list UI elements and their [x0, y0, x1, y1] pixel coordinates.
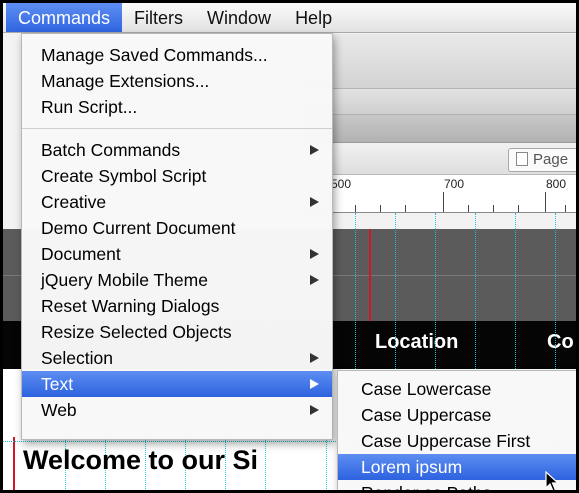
menu-item-label: Reset Warning Dialogs	[41, 296, 220, 316]
ruler-tick	[565, 205, 566, 212]
menu-item-creative[interactable]: Creative	[22, 189, 332, 215]
menu-item-label: Case Uppercase First	[361, 431, 531, 451]
submenu-arrow-icon	[310, 379, 319, 389]
submenu-item-case-uppercase[interactable]: Case Uppercase	[338, 402, 576, 428]
menu-item-document[interactable]: Document	[22, 241, 332, 267]
red-guide	[369, 229, 371, 321]
menu-item-label: Creative	[41, 192, 107, 212]
ruler-tick	[545, 192, 546, 212]
red-guide-left	[13, 437, 15, 490]
menu-item-demo-current-document[interactable]: Demo Current Document	[22, 215, 332, 241]
menu-item-resize-selected-objects[interactable]: Resize Selected Objects	[22, 319, 332, 345]
commands-menu: Manage Saved Commands... Manage Extensio…	[21, 33, 333, 440]
menu-item-text[interactable]: Text	[22, 371, 332, 397]
welcome-heading: Welcome to our Si	[23, 445, 259, 475]
menu-item-label: Text	[41, 374, 74, 394]
menu-commands[interactable]: Commands	[6, 3, 123, 32]
menu-bar: Commands Filters Window Help	[3, 3, 576, 33]
menu-item-label: Document	[41, 244, 121, 264]
app-toolbar-row	[303, 89, 576, 115]
menu-separator	[22, 128, 332, 129]
menu-filters[interactable]: Filters	[122, 3, 195, 32]
ruler-tick	[518, 205, 519, 212]
menu-item-label: Case Uppercase	[361, 405, 492, 425]
ruler-tick	[443, 192, 444, 212]
menu-item-create-symbol-script[interactable]: Create Symbol Script	[22, 163, 332, 189]
ruler-tick	[380, 205, 381, 212]
submenu-arrow-icon	[310, 145, 319, 155]
ruler-tick	[405, 205, 406, 212]
menu-item-label: jQuery Mobile Theme	[41, 270, 208, 290]
column-header-location: Location	[375, 331, 459, 353]
menu-item-run-script[interactable]: Run Script...	[22, 94, 332, 120]
submenu-arrow-icon	[310, 275, 319, 285]
menu-item-label: Case Lowercase	[361, 379, 492, 399]
mouse-cursor-icon	[545, 471, 560, 490]
column-header-co: Co	[547, 331, 574, 353]
menu-item-label: Batch Commands	[41, 140, 181, 160]
menu-item-label: Run Script...	[41, 97, 138, 117]
ruler-number: 700	[444, 177, 465, 191]
ruler-number: 500	[331, 177, 352, 191]
submenu-item-case-lowercase[interactable]: Case Lowercase	[338, 376, 576, 402]
submenu-arrow-icon	[310, 405, 319, 415]
menu-item-label: Demo Current Document	[41, 218, 236, 238]
submenu-item-case-uppercase-first[interactable]: Case Uppercase First	[338, 428, 576, 454]
ruler-tick	[355, 205, 356, 212]
menu-item-web[interactable]: Web	[22, 397, 332, 423]
page-icon	[516, 152, 528, 166]
submenu-item-render-as-paths[interactable]: Render as Paths	[338, 480, 576, 493]
submenu-arrow-icon	[310, 249, 319, 259]
menu-item-selection[interactable]: Selection	[22, 345, 332, 371]
menu-help[interactable]: Help	[283, 3, 344, 32]
submenu-item-lorem-ipsum[interactable]: Lorem ipsum	[338, 454, 576, 480]
menu-item-jquery-mobile-theme[interactable]: jQuery Mobile Theme	[22, 267, 332, 293]
menu-window[interactable]: Window	[195, 3, 283, 32]
ruler-tick	[468, 205, 469, 212]
ruler-tick	[493, 205, 494, 212]
page-button-label: Page	[533, 151, 569, 168]
horizontal-ruler: 500 700 800	[303, 175, 576, 213]
menu-item-label: Web	[41, 400, 77, 420]
menu-item-label: Resize Selected Objects	[41, 322, 232, 342]
submenu-arrow-icon	[310, 353, 319, 363]
menu-item-label: Lorem ipsum	[361, 457, 463, 477]
app-toolbar	[303, 34, 576, 89]
menu-item-label: Render as Paths	[361, 483, 492, 493]
ruler-number: 800	[546, 177, 567, 191]
page-button[interactable]: Page	[508, 148, 576, 172]
app-tab-bar	[303, 115, 576, 143]
menu-item-manage-saved-commands[interactable]: Manage Saved Commands...	[22, 42, 332, 68]
menu-item-batch-commands[interactable]: Batch Commands	[22, 137, 332, 163]
text-submenu: Case Lowercase Case Uppercase Case Upper…	[337, 370, 576, 493]
menu-item-label: Manage Saved Commands...	[41, 45, 268, 65]
screen-frame: Page 500 700 800 Location Co Welcome to …	[0, 0, 579, 493]
menu-item-label: Manage Extensions...	[41, 71, 210, 91]
submenu-arrow-icon	[310, 197, 319, 207]
menu-item-reset-warning-dialogs[interactable]: Reset Warning Dialogs	[22, 293, 332, 319]
menu-item-manage-extensions[interactable]: Manage Extensions...	[22, 68, 332, 94]
menu-item-label: Selection	[41, 348, 113, 368]
menu-item-label: Create Symbol Script	[41, 166, 207, 186]
